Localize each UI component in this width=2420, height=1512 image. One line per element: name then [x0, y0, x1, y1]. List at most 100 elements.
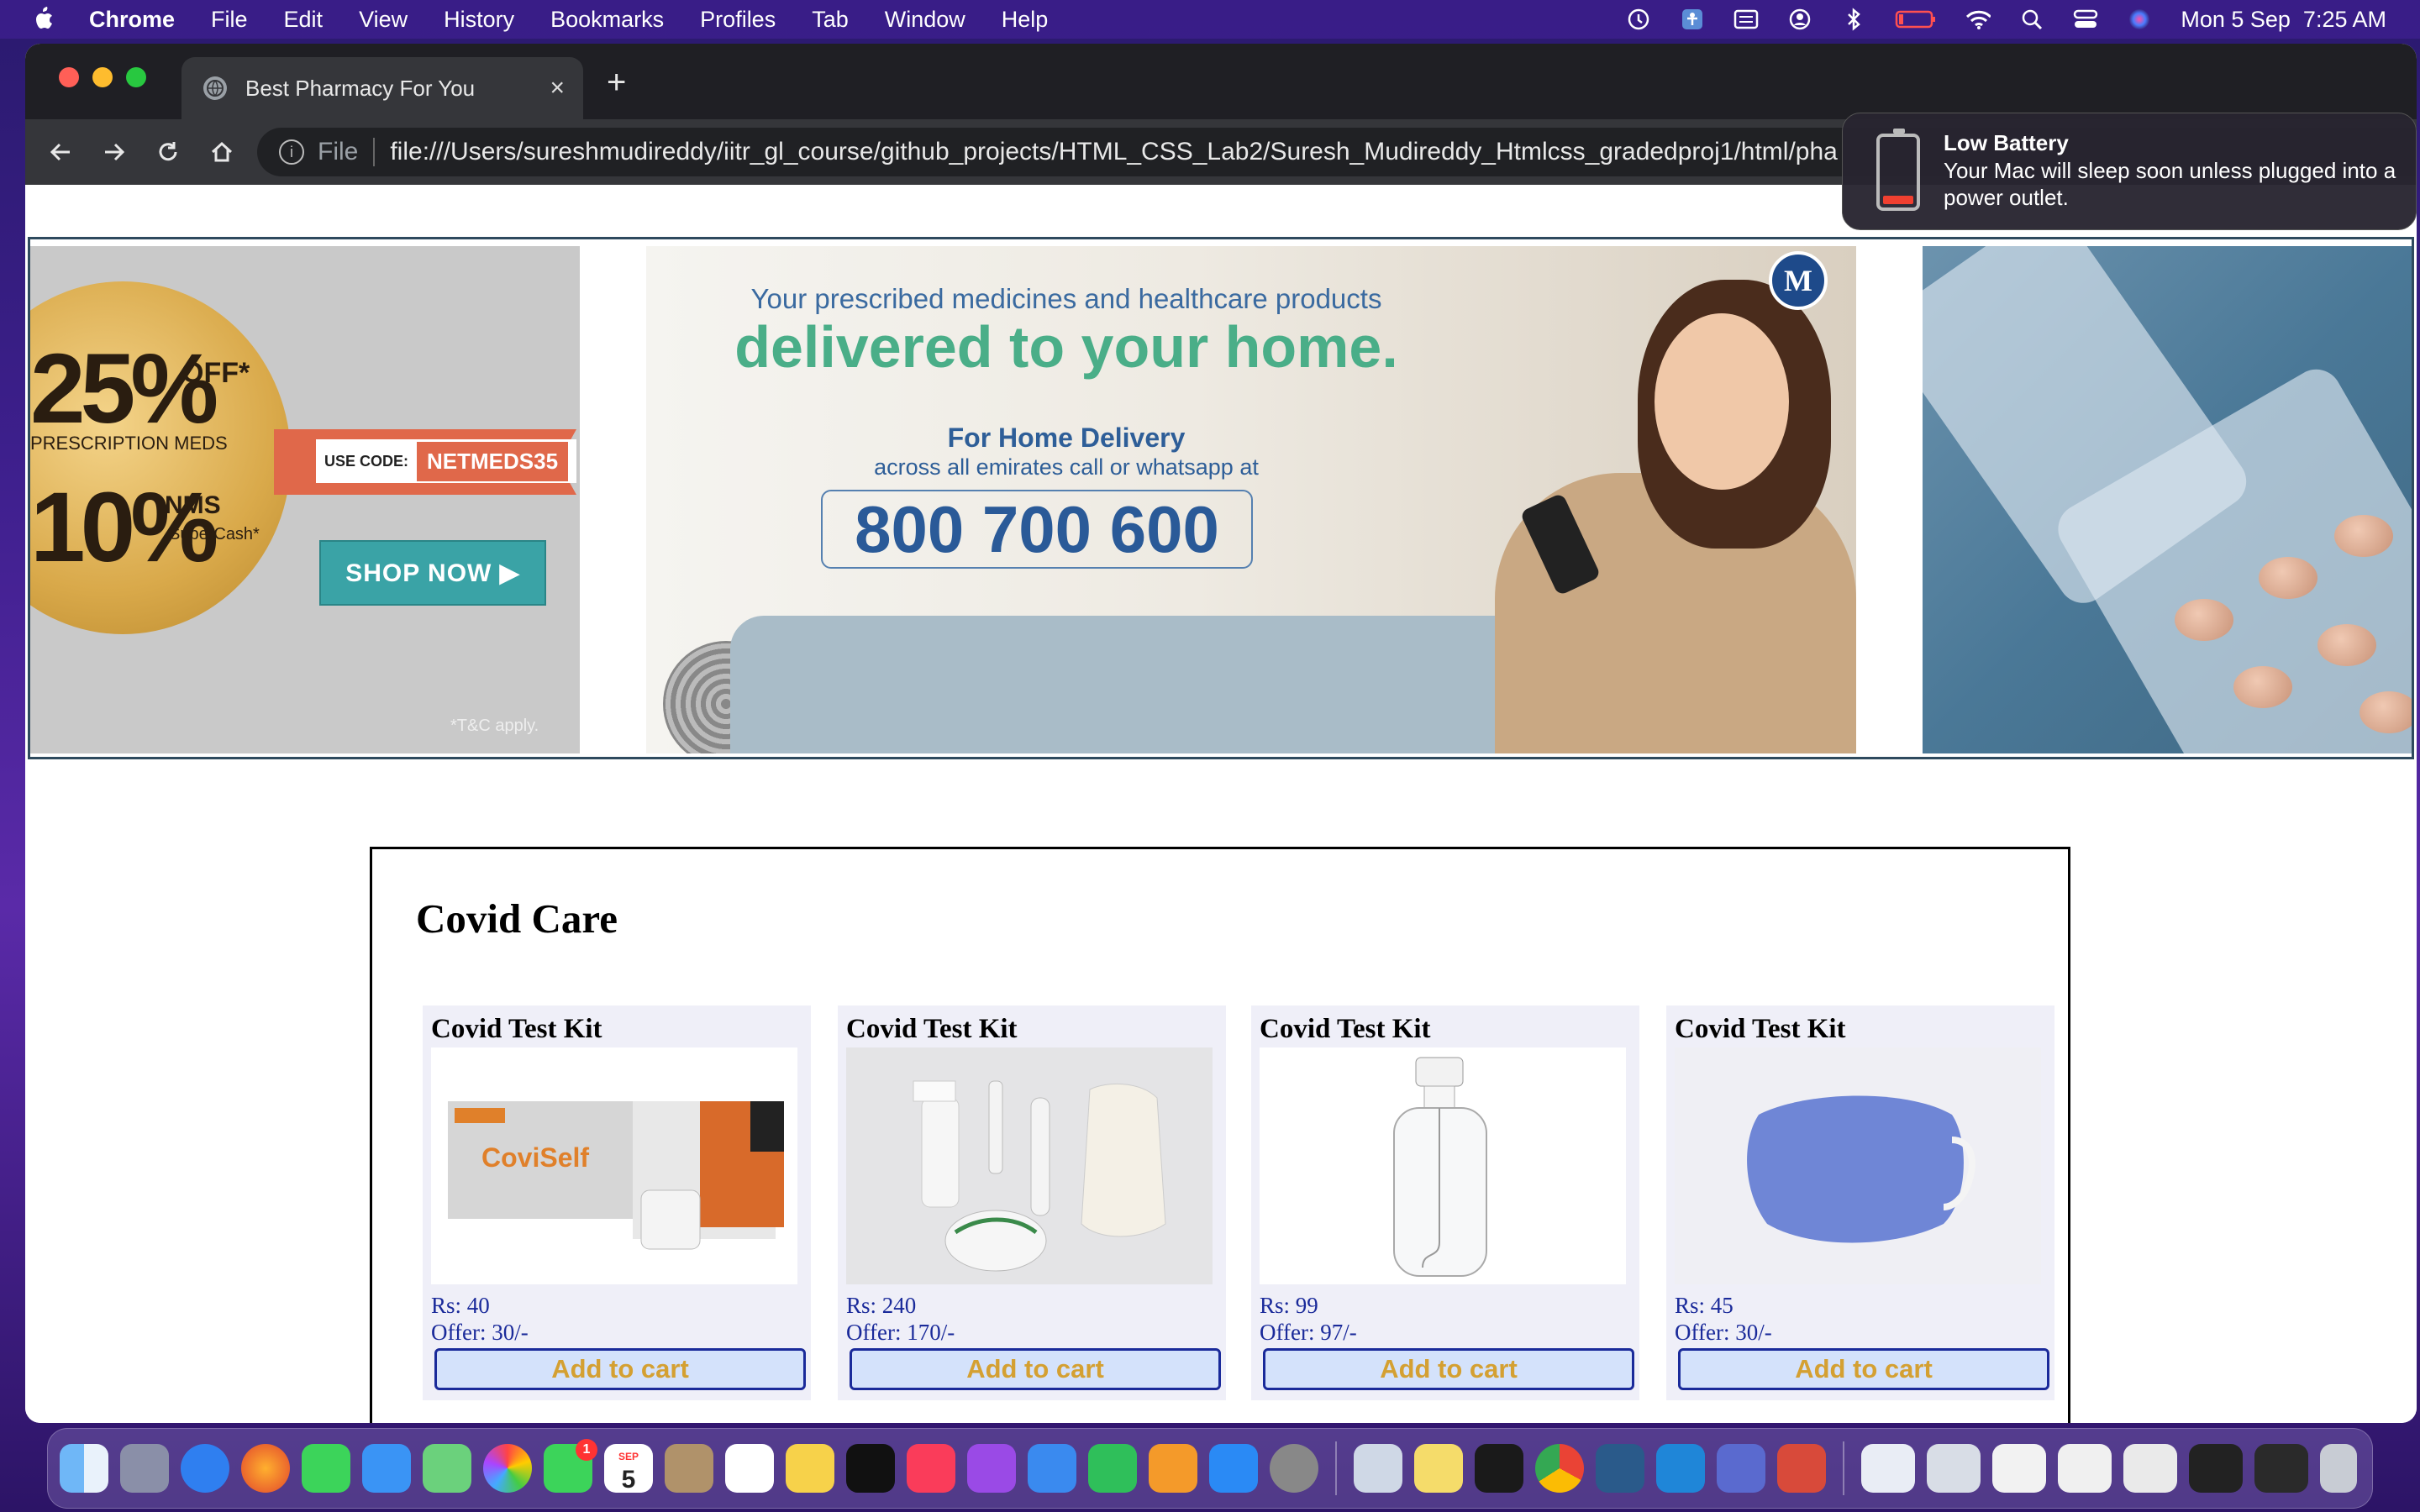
pill — [2259, 557, 2317, 599]
menu-window[interactable]: Window — [885, 7, 965, 33]
menu-help[interactable]: Help — [1002, 7, 1049, 33]
pills-slide[interactable] — [1923, 246, 2412, 753]
minimized-window-thumbnail[interactable] — [2123, 1444, 2177, 1493]
battery-icon[interactable] — [1895, 8, 1937, 30]
terminal-icon[interactable] — [1475, 1444, 1523, 1493]
close-tab-icon[interactable]: × — [550, 74, 565, 102]
shop-now-button[interactable]: SHOP NOW ▶ — [319, 540, 546, 606]
keyboard-icon[interactable] — [1733, 8, 1759, 30]
calendar-icon[interactable]: SEP 5 — [604, 1444, 653, 1493]
forward-icon[interactable] — [97, 135, 131, 169]
appstore-icon[interactable] — [1209, 1444, 1258, 1493]
notes-icon[interactable] — [786, 1444, 834, 1493]
podcasts-icon[interactable] — [967, 1444, 1016, 1493]
reminders-icon[interactable] — [725, 1444, 774, 1493]
pages-icon[interactable] — [1149, 1444, 1197, 1493]
url-text[interactable]: file:///Users/sureshmudireddy/iitr_gl_co… — [390, 138, 1986, 166]
finder-icon[interactable] — [60, 1444, 108, 1493]
minimized-window-thumbnail[interactable] — [2254, 1444, 2308, 1493]
ccleaner-icon[interactable] — [1777, 1444, 1826, 1493]
keynote-icon[interactable] — [1028, 1444, 1076, 1493]
photos-icon[interactable] — [483, 1444, 532, 1493]
low-battery-notification[interactable]: Low Battery Your Mac will sleep soon unl… — [1842, 113, 2417, 230]
minimized-window-thumbnail[interactable] — [2058, 1444, 2112, 1493]
chrome-icon[interactable] — [1535, 1444, 1584, 1493]
bbedit-icon[interactable] — [1717, 1444, 1765, 1493]
system-preferences-icon[interactable] — [1270, 1444, 1318, 1493]
safari-icon[interactable] — [181, 1444, 229, 1493]
menu-history[interactable]: History — [444, 7, 514, 33]
section-title: Covid Care — [416, 895, 618, 942]
new-tab-button[interactable]: + — [607, 64, 626, 102]
product-card: Covid Test Kit Rs: 99 Offer: 97/- Add to… — [1251, 1005, 1639, 1400]
minimize-window-button[interactable] — [92, 67, 113, 87]
appletv-icon[interactable] — [846, 1444, 895, 1493]
use-code-label: USE CODE: — [324, 452, 409, 470]
messages-icon[interactable] — [302, 1444, 350, 1493]
bluetooth-icon[interactable] — [1841, 8, 1866, 31]
product-image-ppe-kit[interactable] — [846, 1047, 1213, 1284]
downloads-stack-icon[interactable] — [1861, 1444, 1915, 1493]
maps-icon[interactable] — [423, 1444, 471, 1493]
minimized-window-thumbnail[interactable] — [1992, 1444, 2046, 1493]
add-to-cart-button[interactable]: Add to cart — [850, 1348, 1221, 1390]
menu-app-chrome[interactable]: Chrome — [89, 7, 175, 33]
wifi-icon[interactable] — [1965, 8, 1991, 30]
menu-file[interactable]: File — [211, 7, 248, 33]
add-to-cart-button[interactable]: Add to cart — [1678, 1348, 2049, 1390]
home-delivery-slide[interactable]: M Your prescribed medicines and healthca… — [646, 246, 1856, 753]
launchpad-icon[interactable] — [120, 1444, 169, 1493]
facetime-icon[interactable]: 1 — [544, 1439, 597, 1493]
web-page: 25% OFF* PRESCRIPTION MEDS 10% NMS Super… — [25, 185, 2417, 1423]
minimized-window-thumbnail[interactable] — [2189, 1444, 2243, 1493]
calendar-month: SEP — [618, 1451, 639, 1462]
back-icon[interactable] — [44, 135, 77, 169]
discount-off-label: OFF* — [182, 357, 250, 389]
firefox-icon[interactable] — [241, 1444, 290, 1493]
contacts-icon[interactable] — [665, 1444, 713, 1493]
siri-icon[interactable] — [2127, 8, 2152, 30]
product-price: Rs: 240 — [846, 1293, 917, 1318]
vscode-icon[interactable] — [1656, 1444, 1705, 1493]
add-to-cart-button[interactable]: Add to cart — [1263, 1348, 1634, 1390]
mysql-workbench-icon[interactable] — [1596, 1444, 1644, 1493]
accessibility-icon[interactable] — [1680, 8, 1705, 30]
music-icon[interactable] — [907, 1444, 955, 1493]
svg-text:CoviSelf: CoviSelf — [481, 1142, 589, 1173]
promo-banner: 25% OFF* PRESCRIPTION MEDS 10% NMS Super… — [28, 237, 2414, 759]
search-icon[interactable] — [2019, 8, 2044, 30]
notification-title: Low Battery — [1944, 130, 2069, 155]
menu-bookmarks[interactable]: Bookmarks — [550, 7, 664, 33]
info-icon[interactable]: i — [279, 139, 304, 165]
menu-profiles[interactable]: Profiles — [700, 7, 776, 33]
discount-slide[interactable]: 25% OFF* PRESCRIPTION MEDS 10% NMS Super… — [30, 246, 580, 753]
time-machine-icon[interactable] — [1626, 8, 1651, 30]
preview-icon[interactable] — [1354, 1444, 1402, 1493]
product-offer: Offer: 170/- — [846, 1320, 955, 1345]
dock: 1 SEP 5 — [47, 1428, 2373, 1509]
apple-menu-icon[interactable] — [32, 7, 55, 32]
tab-best-pharmacy[interactable]: Best Pharmacy For You × — [182, 57, 583, 119]
product-price: Rs: 99 — [1260, 1293, 1318, 1318]
menu-view[interactable]: View — [359, 7, 408, 33]
calendar-day: 5 — [621, 1466, 636, 1494]
close-window-button[interactable] — [59, 67, 79, 87]
minimized-window-thumbnail[interactable] — [1927, 1444, 1981, 1493]
add-to-cart-button[interactable]: Add to cart — [434, 1348, 806, 1390]
browser-window: Best Pharmacy For You × + i File file://… — [25, 44, 2417, 1423]
menu-edit[interactable]: Edit — [284, 7, 324, 33]
stickies-icon[interactable] — [1414, 1444, 1463, 1493]
product-image-test-kit[interactable]: CoviSelf — [431, 1047, 797, 1284]
menu-tab[interactable]: Tab — [812, 7, 849, 33]
control-center-icon[interactable] — [2073, 8, 2098, 30]
mail-icon[interactable] — [362, 1444, 411, 1493]
menubar-clock[interactable]: Mon 5 Sep 7:25 AM — [2181, 7, 2386, 33]
product-image-face-mask[interactable] — [1675, 1047, 2041, 1284]
numbers-icon[interactable] — [1088, 1444, 1137, 1493]
trash-icon[interactable] — [2320, 1444, 2357, 1493]
reload-icon[interactable] — [151, 135, 185, 169]
zoom-window-button[interactable] — [126, 67, 146, 87]
user-icon[interactable] — [1787, 8, 1812, 30]
home-icon[interactable] — [205, 135, 239, 169]
product-image-spray-bottle[interactable] — [1260, 1047, 1626, 1284]
